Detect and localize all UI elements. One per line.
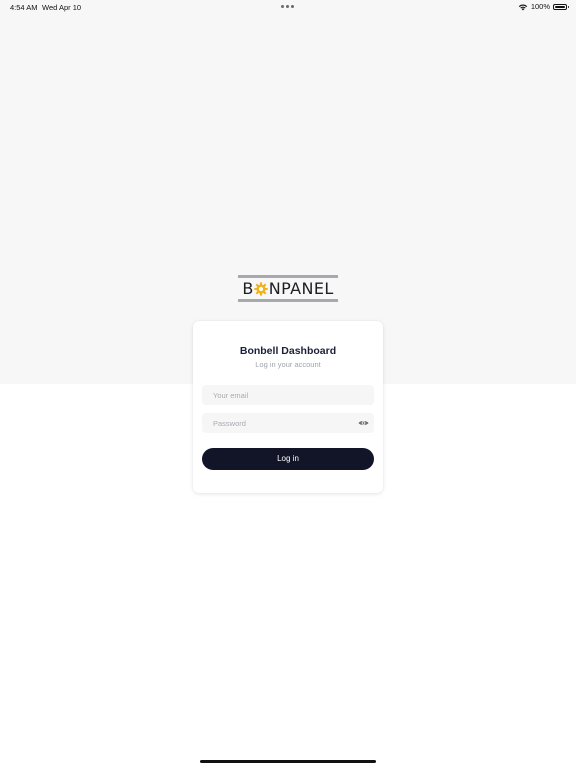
logo-wordmark: B NPANEL [238,280,338,298]
home-indicator[interactable] [200,760,376,763]
status-bar: 4:54 AM Wed Apr 10 100% [0,0,576,14]
status-time: 4:54 AM [10,3,38,12]
logo-letters-rest: NPANEL [268,279,334,298]
login-card: Bonbell Dashboard Log in your account Lo… [193,321,383,493]
login-button[interactable]: Log in [202,448,374,470]
card-title: Bonbell Dashboard [239,345,337,357]
email-input[interactable] [202,385,353,406]
email-field-container [202,385,374,406]
battery-icon [553,3,569,10]
status-indicators: 100% [518,2,569,11]
card-subtitle: Log in your account [255,360,321,369]
logo-letter-b: B [242,279,254,298]
logo-bottom-bar [238,299,338,302]
status-date: Wed Apr 10 [42,3,82,12]
bonpanel-logo: B NPANEL [238,275,338,302]
battery-percent: 100% [530,2,550,11]
gear-icon [254,282,268,296]
password-input[interactable] [202,413,353,434]
wifi-icon [518,3,528,10]
eye-icon[interactable] [358,418,369,428]
multitasking-dots-icon[interactable] [281,5,294,8]
logo-top-bar [238,275,338,278]
password-field-container [202,413,374,434]
